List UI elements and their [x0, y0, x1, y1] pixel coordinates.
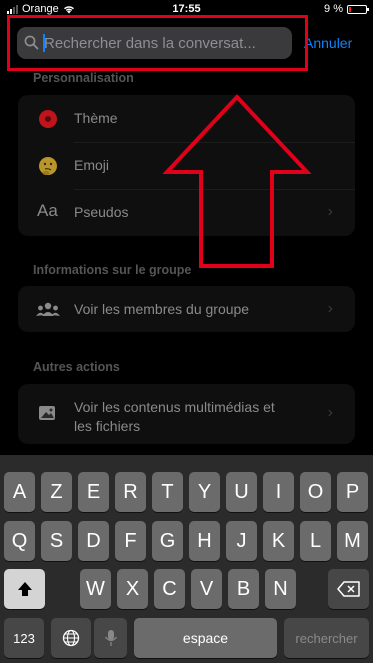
search-key[interactable]: rechercher: [284, 618, 369, 658]
section-title-group-info: Informations sur le groupe: [33, 263, 192, 277]
numbers-key[interactable]: 123: [4, 618, 44, 658]
key-r[interactable]: R: [115, 472, 146, 512]
key-x[interactable]: X: [117, 569, 148, 609]
section-title-other-actions: Autres actions: [33, 360, 120, 374]
key-n[interactable]: N: [265, 569, 296, 609]
row-emoji[interactable]: Emoji: [18, 142, 355, 188]
key-d[interactable]: D: [78, 521, 109, 561]
globe-icon: [62, 629, 80, 647]
key-g[interactable]: G: [152, 521, 183, 561]
key-a[interactable]: A: [4, 472, 35, 512]
key-z[interactable]: Z: [41, 472, 72, 512]
key-v[interactable]: V: [191, 569, 222, 609]
key-s[interactable]: S: [41, 521, 72, 561]
key-w[interactable]: W: [80, 569, 111, 609]
key-p[interactable]: P: [337, 472, 368, 512]
shift-key[interactable]: [4, 569, 45, 609]
key-b[interactable]: B: [228, 569, 259, 609]
row-label-pseudos: Pseudos: [74, 204, 129, 220]
key-k[interactable]: K: [263, 521, 294, 561]
group-info-card: Voir les membres du groupe ›: [18, 286, 355, 332]
key-q[interactable]: Q: [4, 521, 35, 561]
row-label-emoji: Emoji: [74, 157, 110, 173]
people-icon: [36, 302, 60, 316]
shift-arrow-icon: [17, 582, 32, 596]
keyboard: AZERTYUIOP QSDFGHJKLM WXCVBN 123 espace …: [0, 455, 373, 663]
row-label-theme: Thème: [74, 110, 118, 126]
chevron-right-icon: ›: [327, 404, 333, 421]
key-y[interactable]: Y: [189, 472, 220, 512]
row-label-media-files: Voir les contenus multimédias et les fic…: [74, 398, 275, 436]
key-o[interactable]: O: [300, 472, 331, 512]
key-t[interactable]: T: [152, 472, 183, 512]
battery-percent: 9 %: [324, 3, 343, 15]
microphone-icon: [104, 630, 117, 646]
chevron-right-icon: ›: [327, 300, 333, 317]
key-i[interactable]: I: [263, 472, 294, 512]
key-h[interactable]: H: [189, 521, 220, 561]
backspace-icon: [336, 581, 360, 597]
row-group-members[interactable]: Voir les membres du groupe ›: [18, 286, 355, 332]
key-j[interactable]: J: [226, 521, 257, 561]
key-c[interactable]: C: [154, 569, 185, 609]
highlight-box: [7, 15, 308, 71]
personnalisation-card: Thème Emoji Aa Pseudos ›: [18, 95, 355, 236]
battery-icon: [347, 4, 369, 14]
globe-key[interactable]: [51, 618, 91, 658]
row-pseudos[interactable]: Aa Pseudos ›: [18, 189, 355, 235]
key-e[interactable]: E: [78, 472, 109, 512]
image-icon: [39, 406, 55, 420]
key-m[interactable]: M: [337, 521, 368, 561]
thinking-emoji-icon: [39, 157, 57, 175]
row-theme[interactable]: Thème: [18, 95, 355, 141]
theme-color-icon: [39, 110, 57, 128]
key-u[interactable]: U: [226, 472, 257, 512]
backspace-key[interactable]: [328, 569, 369, 609]
section-title-personnalisation: Personnalisation: [33, 71, 134, 85]
status-time: 17:55: [172, 3, 201, 15]
row-label-group-members: Voir les membres du groupe: [74, 301, 250, 317]
space-key[interactable]: espace: [134, 618, 277, 658]
text-aa-icon: Aa: [37, 201, 58, 220]
other-actions-card: Voir les contenus multimédias et les fic…: [18, 384, 355, 444]
row-media-files[interactable]: Voir les contenus multimédias et les fic…: [18, 384, 355, 444]
key-l[interactable]: L: [300, 521, 331, 561]
key-f[interactable]: F: [115, 521, 146, 561]
row-label-media-line1: Voir les contenus multimédias et: [74, 399, 275, 415]
status-right: 9 %: [324, 3, 369, 15]
row-label-media-line2: les fichiers: [74, 418, 141, 434]
chevron-right-icon: ›: [327, 203, 333, 220]
cancel-button[interactable]: Annuler: [304, 35, 352, 51]
dictation-key[interactable]: [94, 618, 127, 658]
